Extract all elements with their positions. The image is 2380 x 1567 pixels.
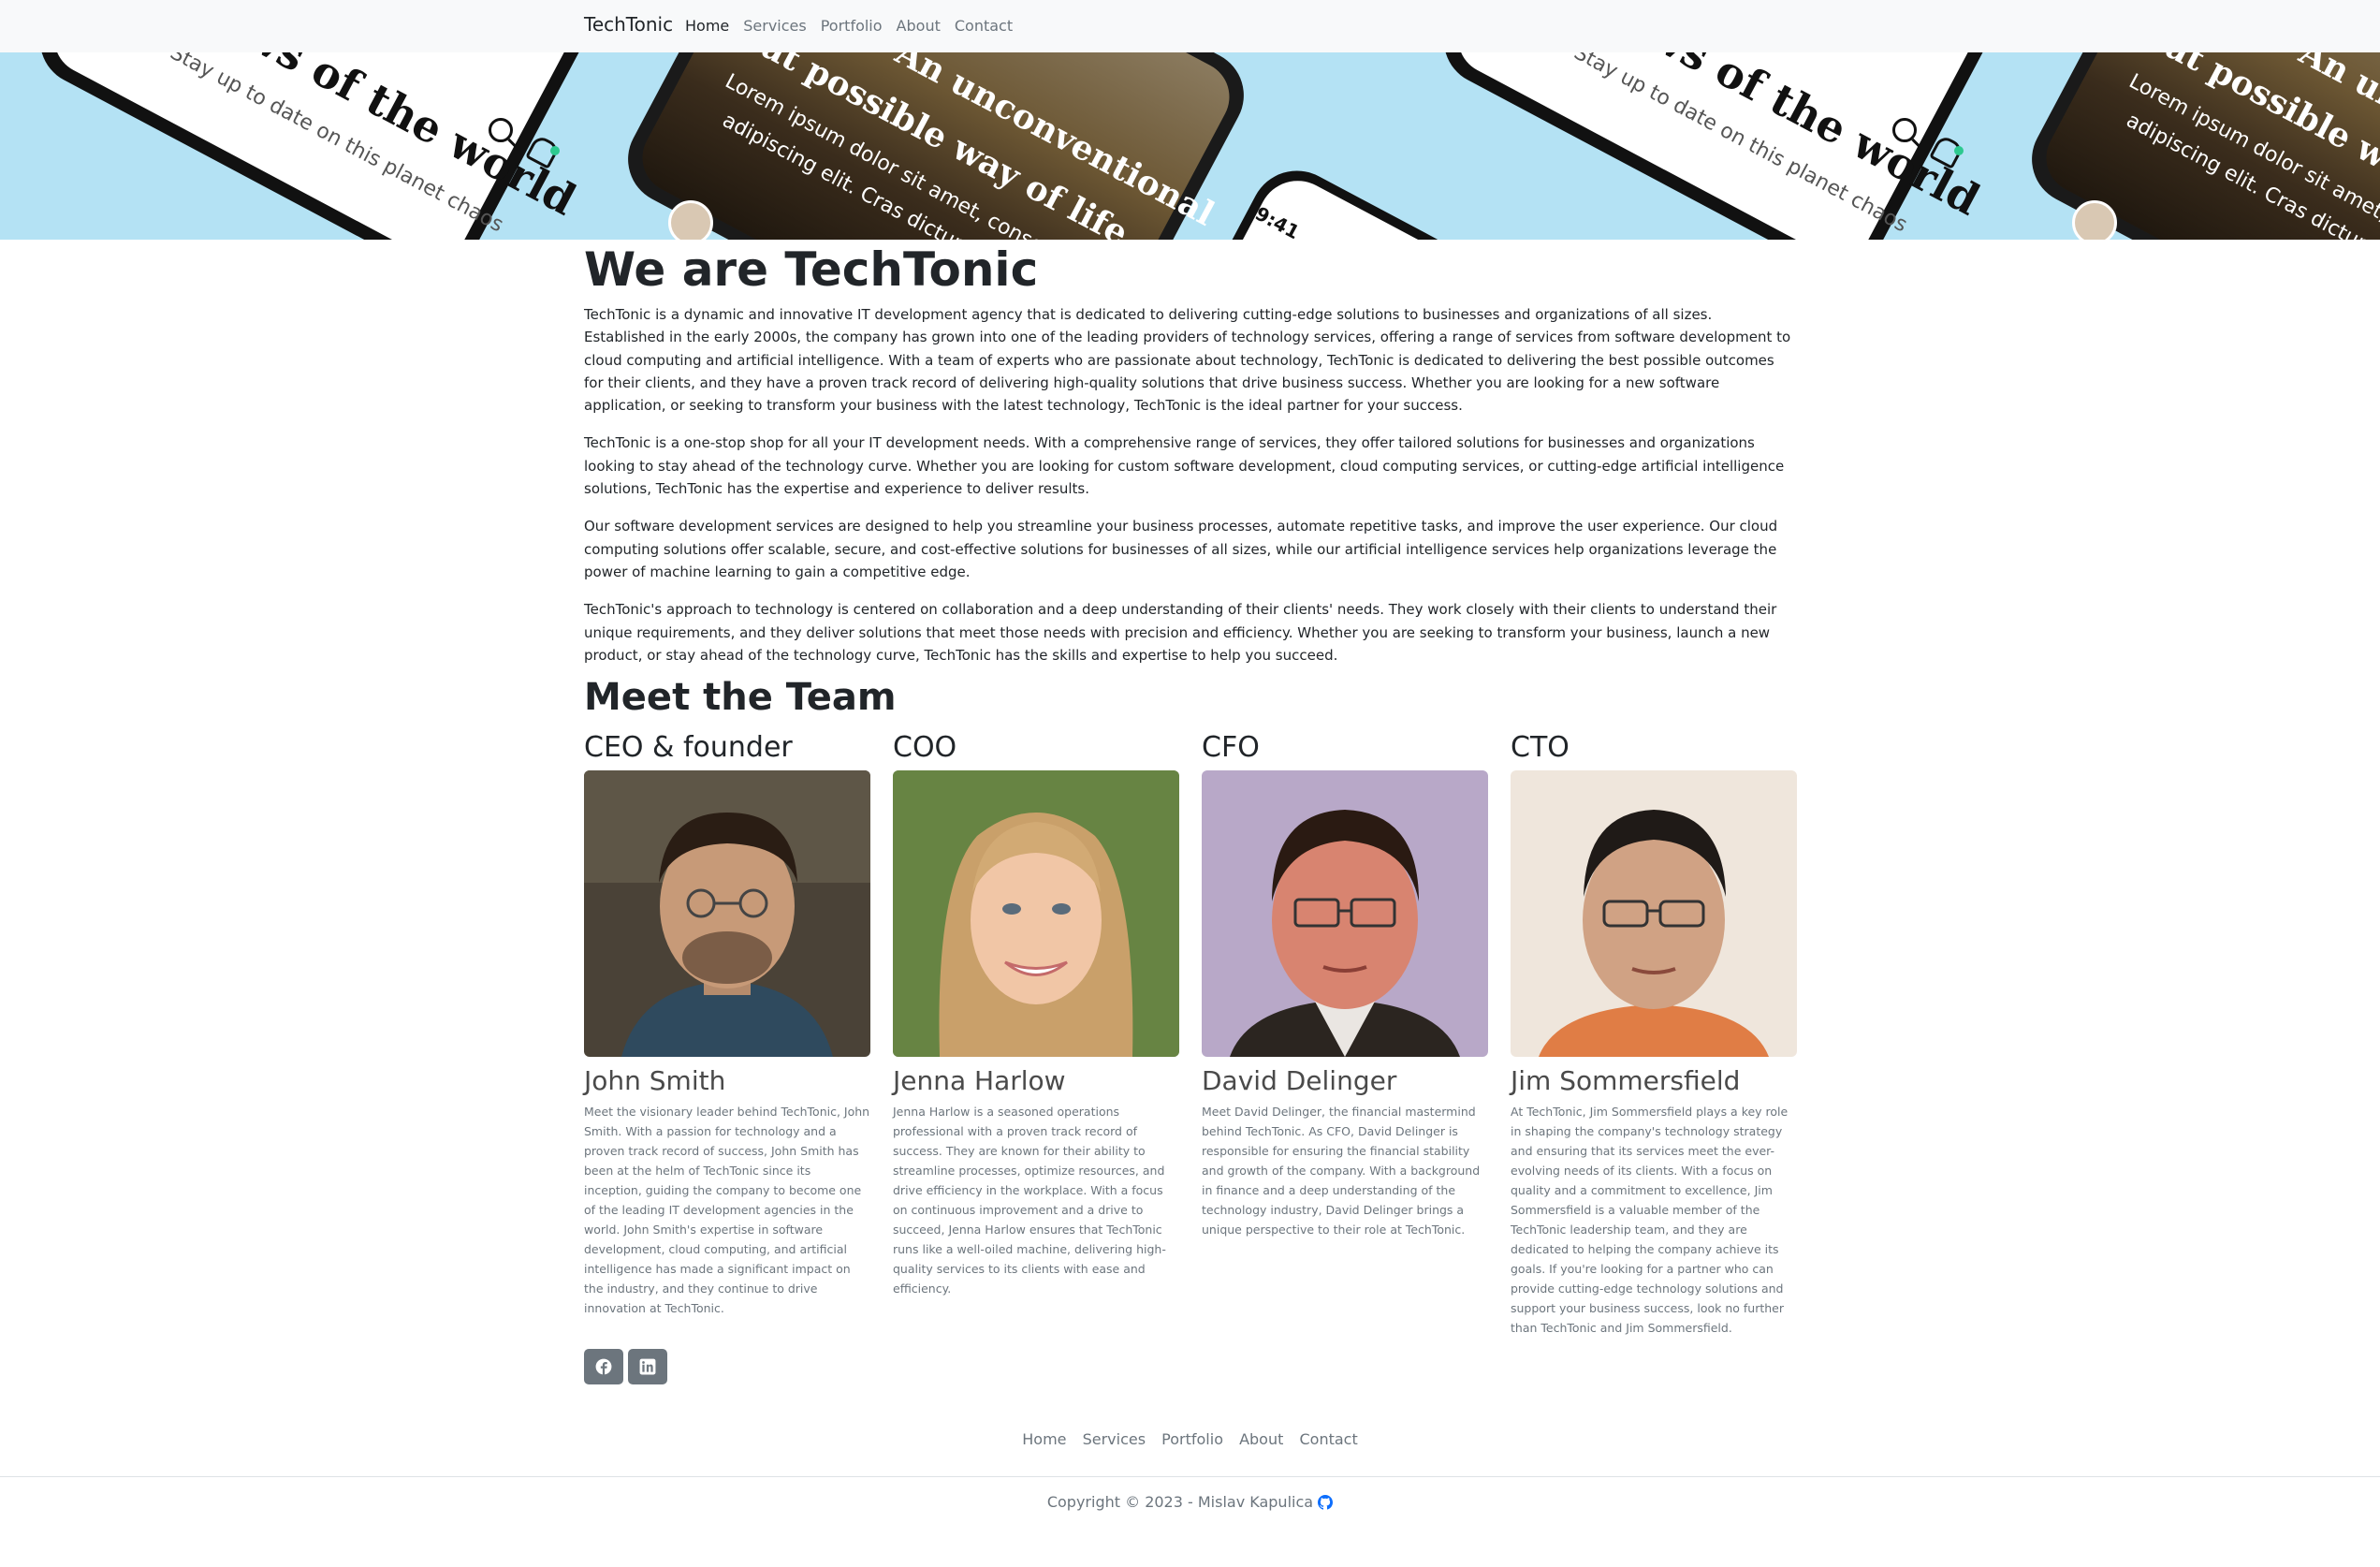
notification-dot [1954,146,1964,155]
navbar: TechTonic Home Services Portfolio About … [0,0,2380,52]
avatar [668,200,713,240]
member-bio: Meet the visionary leader behind TechTon… [584,1105,870,1315]
page-title: We are TechTonic [584,242,1039,297]
member-role: CTO [1511,731,1570,764]
banner-phones-left: News of the world Stay up to date on thi… [0,52,1476,240]
facebook-icon [595,1358,612,1375]
team-member-card: CTO Jim Sommersfield At TechTonic, Jim S… [1511,729,1797,1338]
linkedin-button[interactable] [628,1349,667,1384]
member-photo-jim-sommersfield [1511,770,1797,1057]
footer-divider [0,1476,2380,1477]
nav-link-contact[interactable]: Contact [955,17,1013,35]
brand-link[interactable]: TechTonic [584,13,673,36]
team-member-card: COO Jenna Harlow Jenna Harlow is a seaso… [893,729,1179,1298]
copyright: Copyright © 2023 - Mislav Kapulica [0,1493,2380,1511]
banner-phones-right: News of the world Stay up to date on thi… [1404,52,2380,240]
nav-link-home[interactable]: Home [685,17,729,35]
main-container: We are TechTonic TechTonic is a dynamic … [584,240,1797,1384]
nav-links: Home Services Portfolio About Contact [685,17,1027,35]
about-paragraph-1: TechTonic is a dynamic and innovative IT… [584,306,1791,415]
copyright-text: Copyright © 2023 - Mislav Kapulica [1046,1493,1314,1511]
team-grid: CEO & founder John Smith Meet the vision… [584,729,1797,1347]
member-name: John Smith [584,1065,726,1096]
member-role: CEO & founder [584,731,793,764]
nav-link-portfolio[interactable]: Portfolio [821,17,883,35]
notification-dot [550,146,560,155]
member-photo-jenna-harlow [893,770,1179,1057]
github-icon [1318,1495,1334,1510]
facebook-button[interactable] [584,1349,623,1384]
team-section-title: Meet the Team [584,676,897,719]
member-photo-john-smith [584,770,870,1057]
footer-nav: Home Services Portfolio About Contact [0,1430,2380,1448]
team-member-card: CFO David Delinger Meet David Delinger, … [1202,729,1488,1239]
member-name: Jim Sommersfield [1511,1065,1741,1096]
team-member-card: CEO & founder John Smith Meet the vision… [584,729,870,1318]
member-bio: At TechTonic, Jim Sommersfield plays a k… [1511,1105,1789,1335]
member-name: Jenna Harlow [893,1065,1066,1096]
linkedin-icon [639,1358,656,1375]
nav-link-services[interactable]: Services [743,17,806,35]
about-paragraph-3: Our software development services are de… [584,518,1778,580]
member-photo-david-delinger [1202,770,1488,1057]
github-link[interactable] [1318,1493,1334,1511]
member-bio: Meet David Delinger, the financial maste… [1202,1105,1481,1237]
search-icon [1892,118,1917,142]
about-paragraph-2: TechTonic is a one-stop shop for all you… [584,434,1785,498]
member-name: David Delinger [1202,1065,1397,1096]
about-section: TechTonic is a dynamic and innovative IT… [584,303,1797,666]
member-role: CFO [1202,731,1260,764]
footer-link-contact[interactable]: Contact [1299,1430,1357,1448]
social-buttons [584,1349,667,1384]
about-paragraph-4: TechTonic's approach to technology is ce… [584,601,1777,664]
member-bio: Jenna Harlow is a seasoned operations pr… [893,1105,1166,1296]
footer-link-about[interactable]: About [1239,1430,1283,1448]
footer-link-portfolio[interactable]: Portfolio [1161,1430,1223,1448]
footer-link-home[interactable]: Home [1022,1430,1066,1448]
member-role: COO [893,731,957,764]
hero-banner: News of the world Stay up to date on thi… [0,52,2380,240]
avatar [2072,200,2117,240]
footer-link-services[interactable]: Services [1083,1430,1146,1448]
search-icon [489,118,513,142]
nav-link-about[interactable]: About [897,17,941,35]
